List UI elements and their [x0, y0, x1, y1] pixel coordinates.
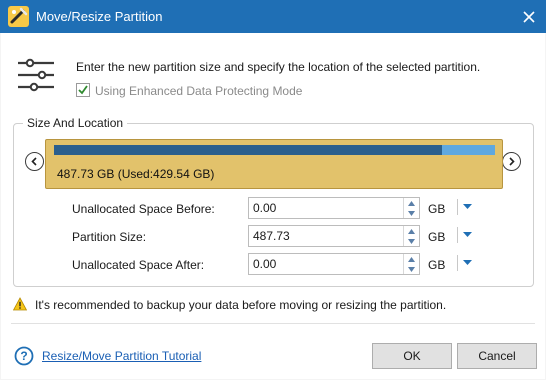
partition-size-field[interactable]: 487.73: [248, 225, 420, 247]
spin-down-button[interactable]: [404, 236, 419, 246]
close-icon: [523, 10, 535, 23]
spin-up-button[interactable]: [404, 198, 419, 208]
cancel-button[interactable]: Cancel: [457, 343, 537, 369]
chevron-right-icon: [509, 157, 515, 166]
backup-warning-text: It's recommended to backup your data bef…: [35, 298, 447, 312]
title-bar: Move/Resize Partition: [0, 0, 546, 33]
warning-icon: [12, 297, 28, 311]
unallocated-before-spinner: [403, 198, 419, 218]
spin-down-button[interactable]: [404, 264, 419, 274]
chevron-up-icon: [408, 200, 415, 206]
partition-size-label-text: Partition Size:: [72, 230, 147, 244]
help-icon[interactable]: ?: [14, 346, 34, 366]
unit-separator: [457, 255, 458, 271]
dropdown-arrow-icon: [462, 204, 472, 209]
chevron-down-icon: [408, 210, 415, 216]
chevron-down-icon: [408, 238, 415, 244]
tutorial-link[interactable]: Resize/Move Partition Tutorial: [42, 349, 201, 363]
unit-separator: [457, 199, 458, 215]
usage-bar: [54, 145, 495, 155]
unallocated-after-field[interactable]: 0.00: [248, 253, 420, 275]
chevron-down-icon: [408, 266, 415, 272]
dropdown-arrow-icon: [462, 232, 472, 237]
partition-size-spinner: [403, 226, 419, 246]
size-location-legend: Size And Location: [23, 116, 128, 130]
unit-dropdown-button[interactable]: [462, 230, 472, 240]
unit-dropdown-button[interactable]: [462, 202, 472, 212]
dialog-body: Enter the new partition size and specify…: [1, 33, 545, 379]
spin-down-button[interactable]: [404, 208, 419, 218]
ok-button[interactable]: OK: [372, 343, 452, 369]
partition-size-value[interactable]: 487.73: [253, 229, 290, 243]
close-button[interactable]: [512, 0, 546, 33]
unallocated-after-unit: GB: [428, 258, 446, 272]
unallocated-after-label: Unallocated Space After:: [72, 258, 205, 272]
enhanced-mode-label: Using Enhanced Data Protecting Mode: [95, 84, 303, 98]
unallocated-before-label: Unallocated Space Before:: [72, 202, 215, 216]
unit-separator: [457, 227, 458, 243]
unallocated-before-field[interactable]: 0.00: [248, 197, 420, 219]
svg-text:?: ?: [20, 349, 27, 363]
enhanced-mode-checkbox[interactable]: [76, 83, 90, 97]
checkmark-icon: [78, 85, 88, 95]
unallocated-after-value[interactable]: 0.00: [253, 257, 276, 271]
unallocated-after-spinner: [403, 254, 419, 274]
sliders-icon: [16, 57, 56, 97]
spin-up-button[interactable]: [404, 254, 419, 264]
unit-dropdown-button[interactable]: [462, 258, 472, 268]
chevron-up-icon: [408, 228, 415, 234]
chevron-up-icon: [408, 256, 415, 262]
usage-bar-used: [54, 145, 443, 155]
dialog-description: Enter the new partition size and specify…: [76, 60, 481, 74]
unallocated-before-value[interactable]: 0.00: [253, 201, 276, 215]
partition-size-label: 487.73 GB (Used:429.54 GB): [57, 167, 215, 181]
footer-divider: [11, 323, 535, 324]
app-logo-icon: [8, 6, 29, 27]
dropdown-arrow-icon: [462, 260, 472, 265]
spin-up-button[interactable]: [404, 226, 419, 236]
move-left-button[interactable]: [25, 152, 44, 171]
partition-size-unit: GB: [428, 230, 446, 244]
partition-block[interactable]: 487.73 GB (Used:429.54 GB): [45, 139, 503, 189]
move-right-button[interactable]: [502, 152, 521, 171]
unallocated-before-unit: GB: [428, 202, 446, 216]
chevron-left-icon: [31, 157, 37, 166]
window-title: Move/Resize Partition: [36, 9, 163, 24]
